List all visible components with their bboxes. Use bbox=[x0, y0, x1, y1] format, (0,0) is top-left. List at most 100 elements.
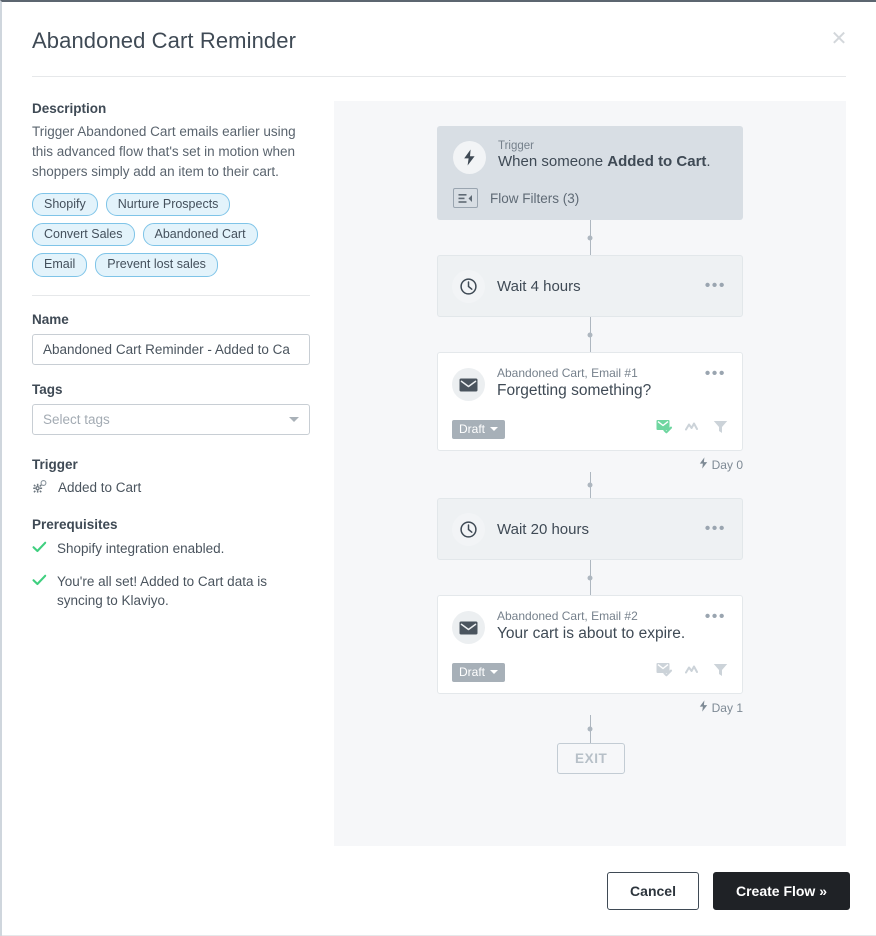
tag-pill: Email bbox=[32, 253, 88, 277]
status-badge-label: Draft bbox=[459, 421, 486, 436]
flow-filter-icon bbox=[453, 188, 478, 208]
conversion-tracking-icon[interactable] bbox=[685, 663, 701, 681]
connector-dot[interactable] bbox=[587, 235, 593, 240]
tags-select[interactable]: Select tags bbox=[32, 403, 310, 435]
flow-node-wait-1[interactable]: Wait 4 hours ••• bbox=[437, 255, 743, 317]
email-subject: Forgetting something? bbox=[497, 382, 652, 399]
tag-pill: Prevent lost sales bbox=[95, 253, 218, 277]
description-text: Trigger Abandoned Cart emails earlier us… bbox=[32, 124, 296, 179]
trigger-title: When someone Added to Cart. bbox=[498, 153, 711, 170]
envelope-icon bbox=[452, 368, 485, 401]
flow-filters-label: Flow Filters (3) bbox=[490, 190, 580, 206]
tags-select-placeholder: Select tags bbox=[43, 411, 110, 427]
prerequisite-item: Shopify integration enabled. bbox=[32, 539, 310, 559]
prerequisite-text: Shopify integration enabled. bbox=[57, 540, 225, 556]
wait-node-label: Wait 4 hours bbox=[497, 277, 581, 295]
gears-icon bbox=[32, 479, 49, 497]
prerequisite-text: You're all set! Added to Cart data is sy… bbox=[57, 573, 267, 608]
email-day-label: Day 0 bbox=[437, 457, 743, 472]
chevron-down-icon bbox=[490, 426, 499, 431]
prerequisite-item: You're all set! Added to Cart data is sy… bbox=[32, 572, 310, 610]
clock-icon bbox=[452, 270, 485, 303]
exit-node[interactable]: EXIT bbox=[557, 743, 626, 774]
smart-sending-icon[interactable] bbox=[656, 419, 673, 439]
email-node-head: Abandoned Cart, Email #1 Forgetting some… bbox=[452, 366, 728, 401]
flow-connector bbox=[587, 715, 593, 743]
email-node-menu-button[interactable]: ••• bbox=[703, 366, 728, 382]
flow-connector bbox=[587, 317, 593, 352]
lightning-bolt-icon bbox=[699, 457, 708, 472]
wait-node-menu-button[interactable]: ••• bbox=[703, 521, 728, 537]
connector-dot[interactable] bbox=[587, 726, 593, 732]
connector-dot[interactable] bbox=[587, 575, 593, 580]
trigger-title-suffix: . bbox=[706, 153, 711, 170]
flow-node-trigger[interactable]: Trigger When someone Added to Cart. Flow… bbox=[437, 126, 743, 220]
email-node-head: Abandoned Cart, Email #2 Your cart is ab… bbox=[452, 609, 728, 644]
flow-node-email-1[interactable]: Abandoned Cart, Email #1 Forgetting some… bbox=[437, 352, 743, 451]
tag-pill: Convert Sales bbox=[32, 222, 135, 247]
details-sidebar: Description Trigger Abandoned Cart email… bbox=[32, 101, 310, 837]
tag-list: Shopify Nurture Prospects Convert Sales … bbox=[32, 192, 310, 277]
status-badge-label: Draft bbox=[459, 664, 486, 679]
envelope-icon bbox=[452, 611, 485, 644]
trigger-kicker: Trigger bbox=[498, 140, 534, 152]
exit-node-wrapper: EXIT bbox=[437, 743, 743, 774]
wait-node-label: Wait 20 hours bbox=[497, 520, 589, 538]
trigger-node-head: Trigger When someone Added to Cart. bbox=[453, 140, 727, 174]
flow-node-wait-2[interactable]: Wait 20 hours ••• bbox=[437, 498, 743, 560]
modal-body: Description Trigger Abandoned Cart email… bbox=[2, 77, 876, 857]
checkmark-icon bbox=[32, 573, 47, 592]
chevron-down-icon bbox=[289, 416, 299, 422]
email-kicker: Abandoned Cart, Email #2 bbox=[497, 609, 638, 623]
wait-node-menu-button[interactable]: ••• bbox=[703, 278, 728, 294]
conversion-tracking-icon[interactable] bbox=[685, 420, 701, 438]
modal-header: Abandoned Cart Reminder ✕ bbox=[2, 2, 876, 54]
sidebar-divider bbox=[32, 294, 310, 296]
create-flow-button[interactable]: Create Flow » bbox=[712, 871, 850, 910]
email-subject: Your cart is about to expire. bbox=[497, 625, 686, 642]
flow-filter-funnel-icon[interactable] bbox=[713, 420, 728, 439]
flow-connector bbox=[587, 220, 593, 255]
email-action-icons bbox=[656, 662, 728, 682]
status-badge[interactable]: Draft bbox=[452, 419, 506, 439]
lightning-bolt-icon bbox=[699, 700, 708, 715]
tag-pill: Abandoned Cart bbox=[142, 222, 258, 247]
connector-dot[interactable] bbox=[587, 482, 593, 488]
tag-pill: Nurture Prospects bbox=[105, 192, 231, 216]
clock-icon bbox=[452, 513, 485, 546]
email-node-footer: Draft bbox=[452, 662, 728, 682]
description-label: Description bbox=[32, 101, 107, 116]
flow-canvas: Trigger When someone Added to Cart. Flow… bbox=[334, 101, 846, 857]
create-flow-modal: Abandoned Cart Reminder ✕ Description Tr… bbox=[0, 0, 876, 936]
checkmark-icon bbox=[32, 540, 47, 559]
trigger-label: Trigger bbox=[32, 456, 78, 472]
trigger-value: Added to Cart bbox=[58, 480, 142, 496]
trigger-title-prefix: When someone bbox=[498, 153, 608, 170]
smart-sending-icon[interactable] bbox=[656, 662, 673, 682]
flow-filters-row[interactable]: Flow Filters (3) bbox=[453, 188, 727, 208]
flow-connector bbox=[587, 560, 593, 595]
flow-name-input[interactable]: Abandoned Cart Reminder - Added to Ca bbox=[32, 333, 310, 365]
close-icon[interactable]: ✕ bbox=[826, 26, 852, 52]
flow-diagram: Trigger When someone Added to Cart. Flow… bbox=[437, 126, 743, 774]
email-day-label: Day 1 bbox=[437, 700, 743, 715]
email-kicker: Abandoned Cart, Email #1 bbox=[497, 366, 638, 380]
tag-pill: Shopify bbox=[32, 192, 98, 216]
flow-canvas-column: Trigger When someone Added to Cart. Flow… bbox=[334, 101, 846, 857]
cancel-button[interactable]: Cancel bbox=[607, 871, 699, 910]
email-day-text: Day 1 bbox=[711, 700, 743, 715]
email-node-menu-button[interactable]: ••• bbox=[703, 609, 728, 625]
chevron-down-icon bbox=[490, 669, 499, 674]
trigger-node-text: Trigger When someone Added to Cart. bbox=[498, 140, 711, 170]
email-node-meta: Abandoned Cart, Email #1 Forgetting some… bbox=[497, 366, 691, 400]
flow-filter-funnel-icon[interactable] bbox=[713, 663, 728, 682]
status-badge[interactable]: Draft bbox=[452, 662, 506, 682]
connector-dot[interactable] bbox=[587, 332, 593, 337]
lightning-bolt-icon bbox=[453, 141, 486, 174]
prerequisites-label: Prerequisites bbox=[32, 516, 118, 532]
email-node-meta: Abandoned Cart, Email #2 Your cart is ab… bbox=[497, 609, 691, 643]
email-node-footer: Draft bbox=[452, 419, 728, 439]
modal-footer: Cancel Create Flow » bbox=[2, 846, 876, 936]
flow-node-email-2[interactable]: Abandoned Cart, Email #2 Your cart is ab… bbox=[437, 595, 743, 694]
email-day-text: Day 0 bbox=[711, 457, 743, 472]
